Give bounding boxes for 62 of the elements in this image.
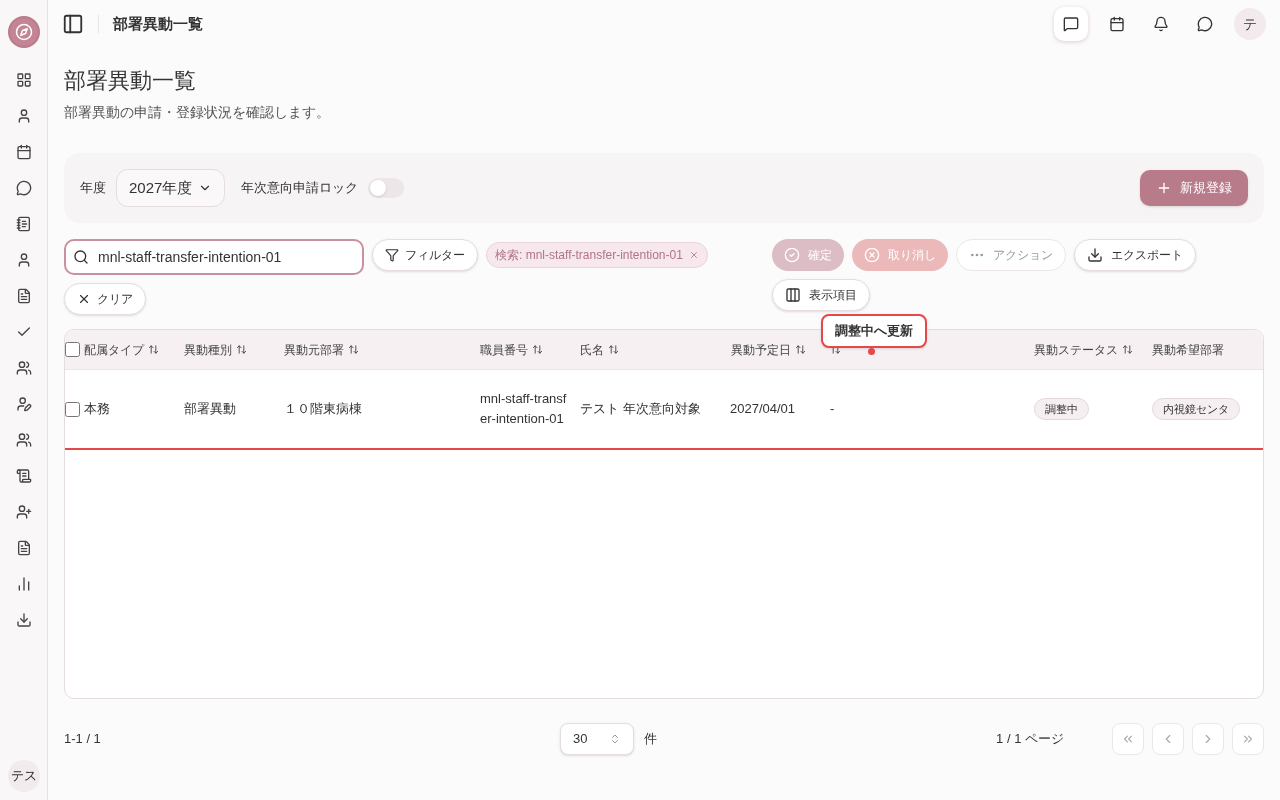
tooltip: 調整中へ更新: [821, 314, 927, 348]
sort-icon[interactable]: [348, 344, 359, 355]
column-header[interactable]: 氏名: [580, 340, 604, 359]
plus-icon: [1156, 180, 1172, 196]
column-header[interactable]: 職員番号: [480, 340, 528, 359]
year-label: 年度: [80, 179, 106, 198]
clear-button[interactable]: クリア: [64, 283, 146, 315]
filter-button[interactable]: フィルター: [372, 239, 478, 271]
column-header[interactable]: 異動ステータス: [1034, 340, 1118, 359]
sort-icon[interactable]: [148, 344, 159, 355]
row-checkbox[interactable]: [65, 401, 80, 417]
sort-icon[interactable]: [236, 344, 247, 355]
table-row[interactable]: 本務 部署異動 １０階東病棟 mnl-staff-transfer-intention-01 テスト 年次意向対象 2027/04/01 - 調整中 内視鏡センタ: [65, 370, 1263, 450]
per-page-select[interactable]: 30: [560, 723, 634, 755]
table-cell-text: テスト 年次意向対象: [580, 400, 701, 419]
sort-icon[interactable]: [795, 344, 806, 355]
table-cell-text: １０階東病棟: [284, 400, 362, 419]
page-info: 1 / 1 ページ: [996, 730, 1064, 749]
column-header[interactable]: 異動元部署: [284, 340, 344, 359]
filter-icon: [385, 248, 399, 262]
column-header[interactable]: 異動種別: [184, 340, 232, 359]
close-icon: [77, 292, 91, 306]
column-header[interactable]: 異動予定日: [731, 340, 791, 359]
search-icon: [73, 249, 89, 265]
tooltip-pointer-icon: [868, 348, 875, 355]
lock-toggle[interactable]: [368, 178, 405, 198]
status-badge: 調整中: [1034, 398, 1089, 420]
table-cell-text: -: [830, 400, 835, 419]
search-field[interactable]: mnl-staff-transfer-intention-01: [64, 239, 364, 275]
sort-icon[interactable]: [608, 344, 619, 355]
table-cell-text: 2027/04/01: [730, 400, 796, 419]
year-select[interactable]: 2027年度: [116, 169, 226, 207]
logo-icon: [7, 16, 40, 48]
page-description: 部署異動の申請・登録状況を確認します。: [64, 103, 331, 122]
sort-icon[interactable]: [532, 344, 543, 355]
action-button[interactable]: エクスポート: [1074, 239, 1196, 271]
download-icon: [1087, 247, 1103, 263]
header-title: 部署異動一覧: [113, 13, 203, 34]
action-button[interactable]: 表示項目: [772, 279, 870, 311]
status-badge: 内視鏡センタ: [1152, 398, 1240, 420]
message-button[interactable]: [1054, 7, 1088, 41]
per-page-unit: 件: [644, 730, 657, 749]
sort-icon[interactable]: [1122, 344, 1133, 355]
chevron-icon: [1241, 732, 1255, 746]
column-header[interactable]: 異動希望部署: [1152, 340, 1224, 359]
user-avatar[interactable]: テス: [7, 760, 40, 792]
check-circle-icon: [784, 247, 800, 263]
message-icon: [1063, 16, 1079, 32]
columns-icon: [785, 287, 801, 303]
x-circle-icon: [864, 247, 880, 263]
table-cell-text: 本務: [84, 400, 110, 419]
table-cell-text: mnl-staff-transfer-intention-01: [480, 390, 568, 428]
table-cell-text: 部署異動: [184, 400, 236, 419]
chevron-icon: [1121, 732, 1135, 746]
lock-label: 年次意向申請ロック: [241, 179, 359, 198]
select-all-checkbox[interactable]: [65, 342, 80, 357]
column-header[interactable]: 配属タイプ: [84, 340, 144, 359]
range-text: 1-1 / 1: [64, 730, 102, 749]
user-avatar[interactable]: テ: [1234, 8, 1266, 40]
updown-chevron-icon: [609, 733, 621, 745]
sidebar-toggle-icon[interactable]: [62, 13, 84, 35]
page-title: 部署異動一覧: [64, 67, 197, 95]
